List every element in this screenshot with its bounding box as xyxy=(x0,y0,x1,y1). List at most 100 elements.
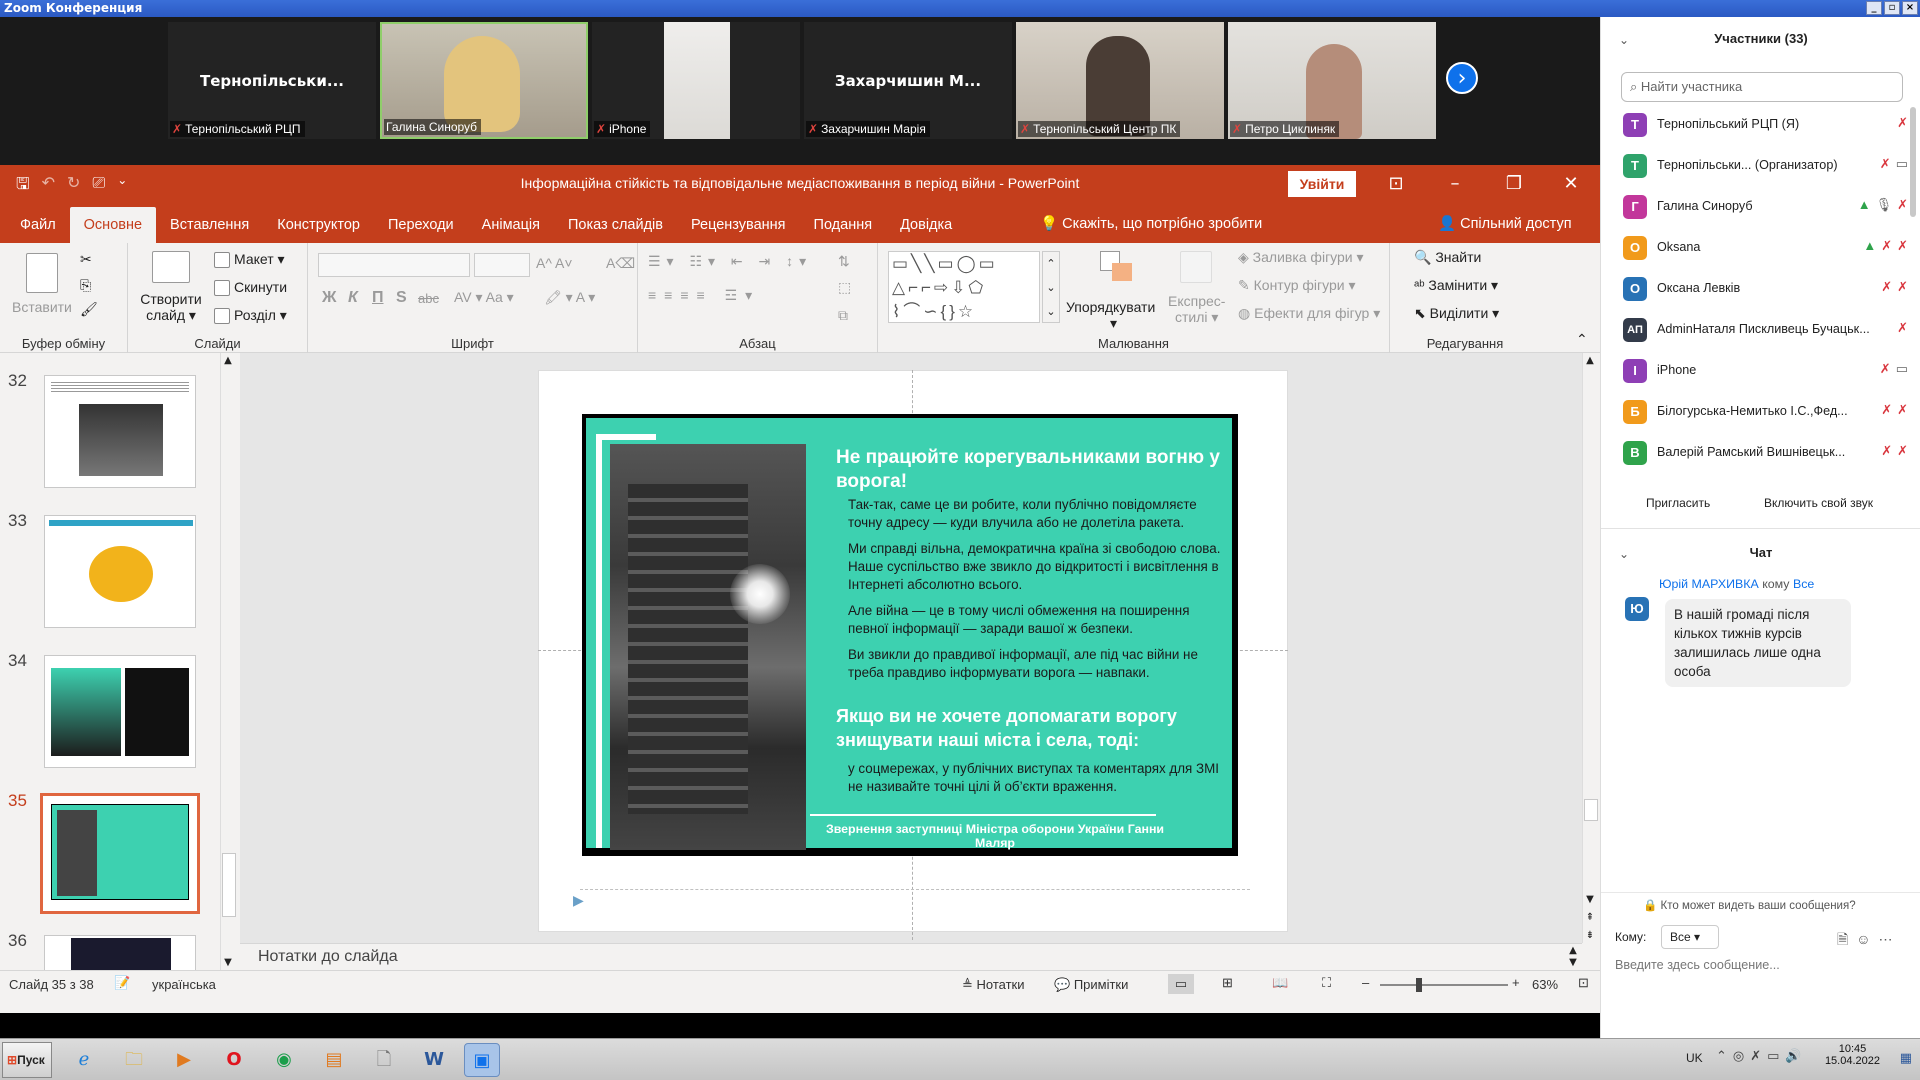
chat-sender[interactable]: Юрій МАРХИВКА xyxy=(1659,577,1759,591)
quick-styles-icon[interactable] xyxy=(1180,251,1212,283)
new-slide-icon[interactable] xyxy=(152,251,190,283)
ribbon-display-options-icon[interactable]: ⊡ xyxy=(1384,173,1408,194)
participant-row[interactable]: Т Тернопільськи... (Организатор) ✗▭ xyxy=(1623,149,1913,183)
slide-paragraph[interactable]: Ми справді вільна, демократична країна з… xyxy=(848,540,1228,594)
save-icon[interactable]: 🖫 xyxy=(16,173,30,200)
ppt-close-icon[interactable]: ✕ xyxy=(1559,173,1583,194)
muted-mic-icon[interactable]: ✗✗ xyxy=(1881,402,1913,418)
zoom-in-icon[interactable]: + xyxy=(1512,975,1520,990)
sign-in-button[interactable]: Увійти xyxy=(1288,171,1356,197)
quick-styles-button[interactable]: Експрес-стилі ▾ xyxy=(1168,293,1225,326)
chat-input[interactable]: Введите здесь сообщение... xyxy=(1615,958,1780,972)
participant-row[interactable]: Б Білогурська-Немитько І.С.,Фед... ✗✗ xyxy=(1623,395,1913,429)
notes-toggle-button[interactable]: ≜ Нотатки xyxy=(962,977,1025,993)
start-button[interactable]: ⊞Пуск xyxy=(2,1042,52,1078)
ppt-minimize-icon[interactable]: – xyxy=(1443,173,1467,194)
chat-tools-icons[interactable]: 🗎☺⋯ xyxy=(1837,929,1901,953)
tab-slideshow[interactable]: Показ слайдів xyxy=(554,217,677,243)
tell-me-search[interactable]: 💡 Скажіть, що потрібно зробити xyxy=(1040,215,1262,232)
participant-row[interactable]: Т Тернопільський РЦП (Я) ✗ xyxy=(1623,108,1913,142)
fit-to-window-icon[interactable]: ⊡ xyxy=(1578,975,1589,991)
collapse-ribbon-icon[interactable]: ⌃ xyxy=(1576,331,1588,348)
layout-button[interactable]: Макет ▾ xyxy=(214,251,285,269)
tab-review[interactable]: Рецензування xyxy=(677,217,800,243)
font-name-input[interactable] xyxy=(318,253,470,277)
language-indicator[interactable]: українська xyxy=(152,977,216,992)
slide-subtitle[interactable]: Якщо ви не хочете допомагати ворогу знищ… xyxy=(836,704,1226,752)
tab-insert[interactable]: Вставлення xyxy=(156,217,263,243)
gallery-next-icon[interactable]: › xyxy=(1446,62,1478,94)
document-icon[interactable]: 🗋 xyxy=(366,1043,402,1077)
word-icon[interactable]: W xyxy=(416,1043,452,1077)
bold-button[interactable]: Ж xyxy=(322,289,336,307)
spellcheck-icon[interactable]: 📝 xyxy=(114,975,130,991)
ie-icon[interactable]: ℯ xyxy=(66,1043,102,1077)
slide-paragraph[interactable]: Так-так, саме це ви робите, коли публічн… xyxy=(848,496,1228,532)
comments-toggle-button[interactable]: 💬 Примітки xyxy=(1054,977,1128,993)
opera-icon[interactable]: O xyxy=(216,1043,252,1077)
participant-row[interactable]: АП AdminНаталя Пискливець Бучацьк... ✗ xyxy=(1623,313,1913,347)
prev-slide-icon[interactable]: ⇞ xyxy=(1583,912,1597,923)
slide-content-frame[interactable]: Не працюйте корегувальниками вогню у вор… xyxy=(582,414,1238,856)
minimize-button[interactable]: _ xyxy=(1866,1,1882,15)
invite-button[interactable]: Пригласить xyxy=(1637,491,1720,515)
muted-mic-icon[interactable]: ▲✗✗ xyxy=(1863,238,1913,254)
slide-thumbnail-33[interactable] xyxy=(44,515,196,628)
video-tile[interactable]: ✗ Петро Циклиняк xyxy=(1228,22,1436,139)
zoom-taskbar-icon[interactable]: ▣ xyxy=(464,1043,500,1077)
muted-mic-icon[interactable]: ✗✗ xyxy=(1881,279,1913,295)
slide-sorter-icon[interactable]: ⊞ xyxy=(1222,975,1233,991)
chat-recipient[interactable]: Все xyxy=(1793,577,1814,591)
italic-button[interactable]: К xyxy=(348,289,358,307)
shapes-gallery[interactable]: ▭╲╲▭◯▭ △⌐⌐⇨⇩⬠ ⌇⌒∽{}☆ xyxy=(888,251,1040,323)
slide-paragraph[interactable]: Але війна — це в тому числі обмеження на… xyxy=(848,602,1228,638)
tab-view[interactable]: Подання xyxy=(800,217,887,243)
clear-formatting-icon[interactable]: A⌫ xyxy=(606,255,635,272)
participant-row[interactable]: О Оксана Левків ✗✗ xyxy=(1623,272,1913,306)
present-from-start-icon[interactable]: ⎚ xyxy=(92,173,105,200)
video-tile[interactable]: ✗ Тернопільський Центр ПК xyxy=(1016,22,1224,139)
tab-design[interactable]: Конструктор xyxy=(263,217,374,243)
slide-footer[interactable]: Звернення заступниці Міністра оборони Ук… xyxy=(822,822,1168,850)
cut-icon[interactable]: ✂ xyxy=(80,251,92,268)
ppt-restore-icon[interactable]: ❐ xyxy=(1502,173,1526,194)
shape-fill-button[interactable]: ◈ Заливка фігури ▾ xyxy=(1238,249,1364,266)
arrange-button[interactable]: Упорядкувати ▾ xyxy=(1066,299,1155,332)
keyboard-language[interactable]: UK xyxy=(1686,1051,1703,1065)
canvas-scrollbar[interactable]: ▲ ▼ ⇞ ⇟ xyxy=(1582,353,1598,943)
close-button[interactable]: × xyxy=(1902,1,1918,15)
tab-file[interactable]: Файл xyxy=(6,217,70,243)
slideshow-view-icon[interactable]: ⛶ xyxy=(1322,975,1331,991)
video-tile-active-speaker[interactable]: Галина Синоруб xyxy=(380,22,588,139)
chrome-icon[interactable]: ◉ xyxy=(266,1043,302,1077)
copy-icon[interactable]: ⎘ xyxy=(80,277,91,294)
participant-row[interactable]: В Валерій Рамський Вишнівецьк... ✗✗ xyxy=(1623,436,1913,470)
paste-icon[interactable] xyxy=(26,253,58,293)
list-icons[interactable]: ☰▾ ☷▾ ⇤ ⇥ ↕▾ xyxy=(648,253,812,270)
slide-thumbnail-35[interactable] xyxy=(40,793,200,914)
align-icons[interactable]: ≡≡≡≡ ☲▾ xyxy=(648,287,760,304)
arrange-icon[interactable] xyxy=(1100,251,1132,283)
video-tile[interactable]: ✗ iPhone xyxy=(592,22,800,139)
text-direction-icon[interactable]: ⇅ xyxy=(838,253,850,270)
slide-thumbnail-32[interactable] xyxy=(44,375,196,488)
show-desktop-icon[interactable]: ▦ xyxy=(1900,1051,1912,1066)
clock[interactable]: 10:45 15.04.2022 xyxy=(1825,1043,1880,1067)
char-spacing-icon[interactable]: AV ▾ Aa ▾ xyxy=(454,289,514,306)
muted-mic-icon[interactable]: ✗▭ xyxy=(1880,156,1913,172)
replace-button[interactable]: ᵃᵇ Замінити ▾ xyxy=(1414,277,1498,294)
reset-button[interactable]: Скинути xyxy=(214,279,287,297)
shadow-button[interactable]: S xyxy=(396,289,407,307)
file-explorer-icon[interactable]: 🗀 xyxy=(116,1043,152,1077)
shape-effects-button[interactable]: ◍ Ефекти для фігур ▾ xyxy=(1238,305,1380,322)
format-painter-icon[interactable]: 🖌 xyxy=(80,301,98,318)
redo-icon[interactable]: ↻ xyxy=(67,173,80,200)
tray-icons[interactable]: ⌃◎✗▭🔊 xyxy=(1716,1049,1808,1064)
muted-mic-icon[interactable]: ✗✗ xyxy=(1881,443,1913,459)
animation-marker-icon[interactable]: ▶ xyxy=(573,893,584,909)
tab-animations[interactable]: Анімація xyxy=(468,217,554,243)
slide-paragraph[interactable]: Ви звикли до правдивої інформації, але п… xyxy=(848,646,1228,682)
thumbnail-scrollbar[interactable]: ▲ ▼ xyxy=(220,353,236,970)
slide-thumbnail-34[interactable] xyxy=(44,655,196,768)
notes-pane[interactable]: Нотатки до слайда ▲ ▼ xyxy=(240,943,1582,970)
